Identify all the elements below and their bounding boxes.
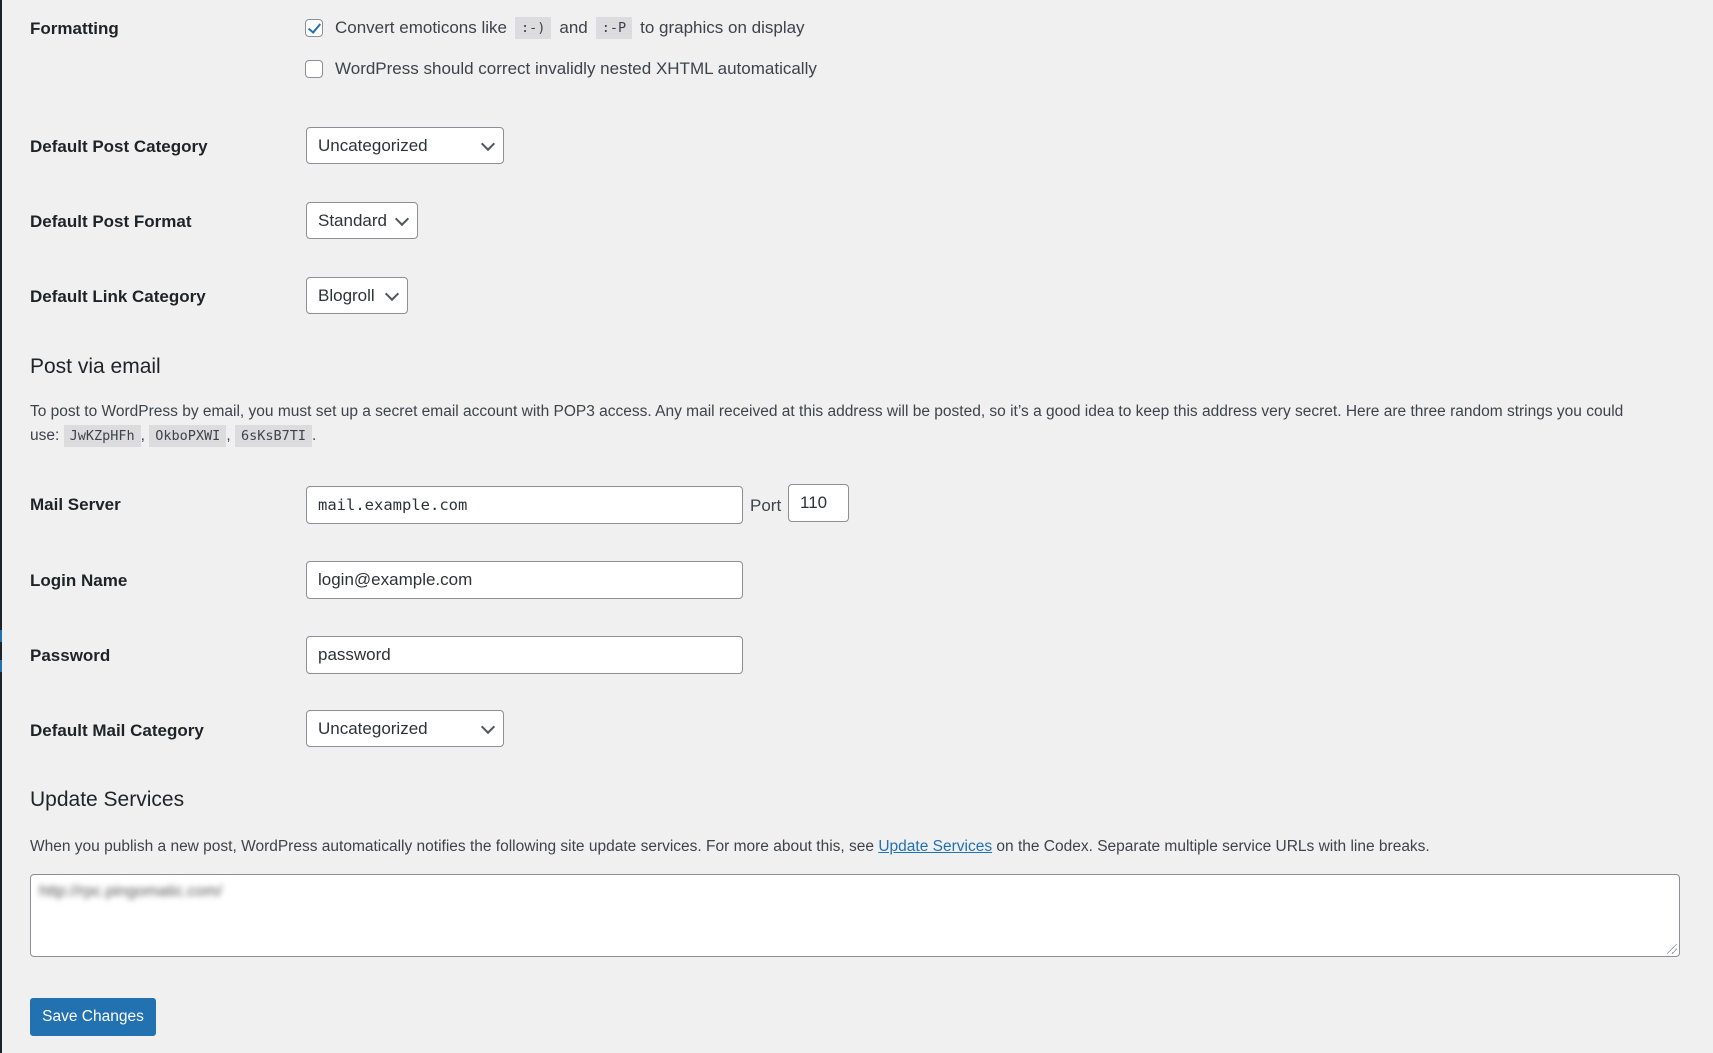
input-value: login@example.com bbox=[318, 570, 473, 589]
formatting-label: Formatting bbox=[30, 19, 119, 38]
select-value: Standard bbox=[318, 210, 387, 230]
correct-xhtml-option[interactable]: WordPress should correct invalidly neste… bbox=[305, 59, 817, 79]
sidebar-active-marker bbox=[0, 660, 2, 672]
description-text: on the Codex. Separate multiple service … bbox=[996, 838, 1430, 855]
emoticon-code: :-P bbox=[595, 17, 633, 39]
emoticon-code: :-) bbox=[514, 17, 552, 39]
input-value: 110 bbox=[800, 493, 828, 512]
update-services-heading: Update Services bbox=[30, 788, 185, 811]
convert-emoticons-option[interactable]: Convert emoticons like :-) and :-P to gr… bbox=[305, 17, 805, 39]
convert-emoticons-checkbox[interactable] bbox=[305, 19, 323, 37]
input-value: password bbox=[318, 645, 391, 664]
default-mail-category-select[interactable]: Uncategorized bbox=[306, 710, 504, 747]
description-text: To post to WordPress by email, you must … bbox=[30, 403, 1624, 420]
default-link-category-label: Default Link Category bbox=[30, 287, 206, 306]
option-text: and bbox=[559, 18, 588, 37]
port-input[interactable]: 110 bbox=[788, 484, 849, 522]
post-via-email-description: To post to WordPress by email, you must … bbox=[30, 400, 1690, 448]
login-name-input[interactable]: login@example.com bbox=[306, 561, 743, 599]
correct-xhtml-checkbox[interactable] bbox=[305, 60, 323, 78]
default-post-category-select[interactable]: Uncategorized bbox=[306, 127, 504, 164]
update-services-description: When you publish a new post, WordPress a… bbox=[30, 835, 1430, 859]
mail-server-label: Mail Server bbox=[30, 495, 121, 514]
default-post-format-select[interactable]: Standard bbox=[306, 202, 418, 239]
chevron-down-icon bbox=[480, 719, 496, 734]
option-text: WordPress should correct invalidly neste… bbox=[335, 59, 817, 78]
description-text: When you publish a new post, WordPress a… bbox=[30, 838, 875, 855]
default-post-format-label: Default Post Format bbox=[30, 212, 192, 231]
save-changes-button[interactable]: Save Changes bbox=[30, 998, 156, 1036]
default-mail-category-label: Default Mail Category bbox=[30, 721, 204, 740]
select-value: Uncategorized bbox=[318, 718, 428, 738]
random-string: JwKZpHFh bbox=[63, 425, 141, 447]
chevron-down-icon bbox=[480, 136, 496, 151]
mail-server-input[interactable]: mail.example.com bbox=[306, 486, 743, 524]
password-label: Password bbox=[30, 646, 111, 665]
textarea-value: http://rpc.pingomatic.com/ bbox=[39, 883, 223, 900]
random-string: 6sKsB7TI bbox=[234, 425, 312, 447]
update-services-link[interactable]: Update Services bbox=[878, 838, 992, 855]
admin-sidebar-edge bbox=[0, 0, 2, 1053]
default-post-category-label: Default Post Category bbox=[30, 137, 208, 156]
sidebar-active-marker bbox=[0, 630, 2, 642]
option-text: Convert emoticons like bbox=[335, 18, 507, 37]
post-via-email-heading: Post via email bbox=[30, 355, 161, 378]
resize-handle-icon[interactable] bbox=[1667, 944, 1677, 954]
chevron-down-icon bbox=[394, 211, 410, 226]
update-services-textarea[interactable]: http://rpc.pingomatic.com/ bbox=[30, 874, 1680, 957]
chevron-down-icon bbox=[384, 286, 400, 301]
option-text: to graphics on display bbox=[640, 18, 805, 37]
description-text: use: bbox=[30, 427, 60, 444]
port-label: Port bbox=[750, 496, 782, 515]
select-value: Blogroll bbox=[318, 285, 375, 305]
select-value: Uncategorized bbox=[318, 135, 428, 155]
login-name-label: Login Name bbox=[30, 571, 128, 590]
input-value: mail.example.com bbox=[318, 496, 468, 514]
password-input[interactable]: password bbox=[306, 636, 743, 674]
random-string: OkboPXWI bbox=[149, 425, 227, 447]
default-link-category-select[interactable]: Blogroll bbox=[306, 277, 408, 314]
